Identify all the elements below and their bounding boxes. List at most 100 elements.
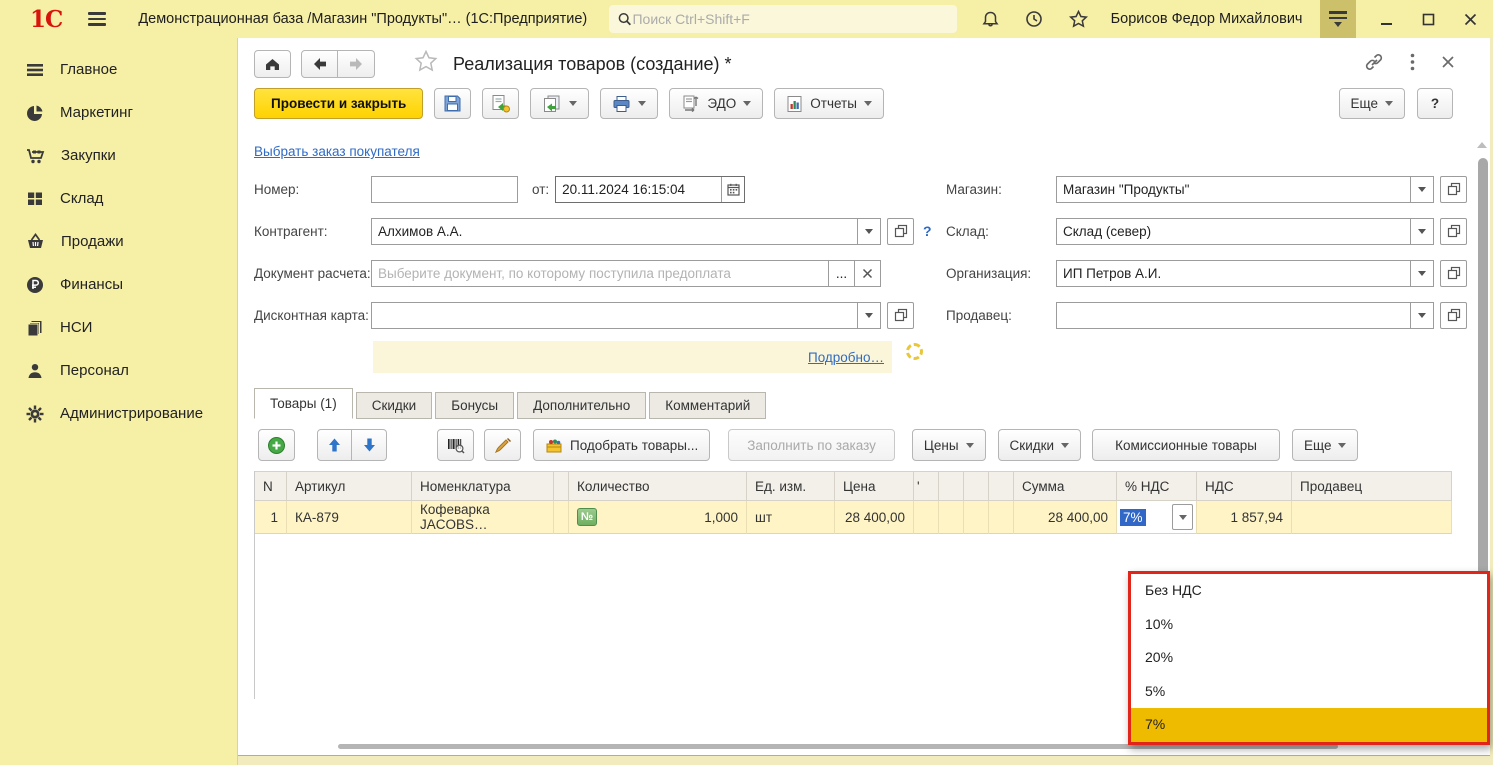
global-search[interactable]: [609, 5, 957, 33]
cell-flag4[interactable]: [964, 501, 989, 534]
calendar-icon[interactable]: [721, 176, 745, 202]
pick-goods-button[interactable]: Подобрать товары...: [533, 429, 711, 461]
chevron-down-icon[interactable]: [857, 302, 880, 328]
cell-n[interactable]: 1: [255, 501, 287, 534]
get-link-icon[interactable]: [1364, 53, 1384, 76]
post-document-button[interactable]: [482, 88, 520, 119]
col-flag4[interactable]: [964, 471, 989, 501]
cell-article[interactable]: КА-879: [287, 501, 412, 534]
cell-nomenclature[interactable]: Кофеварка JACOBS…: [412, 501, 554, 534]
number-field[interactable]: [371, 175, 518, 203]
vat-option-7-selected[interactable]: 7%: [1131, 708, 1487, 742]
move-row-down-button[interactable]: [352, 429, 387, 461]
col-vat-rate[interactable]: % НДС: [1117, 471, 1197, 501]
search-input[interactable]: [632, 11, 949, 27]
tab-tovary[interactable]: Товары (1): [254, 388, 353, 419]
cell-vat-rate-editor[interactable]: 7%: [1117, 501, 1197, 534]
sidebar-item-personal[interactable]: Персонал: [0, 349, 237, 392]
home-button[interactable]: [254, 50, 291, 78]
close-window-button[interactable]: [1457, 4, 1485, 34]
col-quantity[interactable]: Количество: [569, 471, 747, 501]
open-seller-button[interactable]: [1440, 301, 1467, 329]
col-price[interactable]: Цена: [835, 471, 914, 501]
select-customer-order-link[interactable]: Выбрать заказ покупателя: [254, 144, 420, 159]
cell-unit[interactable]: шт: [747, 501, 835, 534]
sidebar-item-administrirovanie[interactable]: Администрирование: [0, 392, 237, 435]
history-clock-icon[interactable]: [1024, 9, 1044, 29]
col-flag1[interactable]: [554, 471, 569, 501]
cell-seller[interactable]: [1292, 501, 1452, 534]
organization-field[interactable]: ИП Петров А.И.: [1056, 259, 1434, 287]
reports-button[interactable]: Отчеты: [774, 88, 884, 119]
forward-button[interactable]: [338, 50, 375, 78]
back-button[interactable]: [301, 50, 338, 78]
cell-sum[interactable]: 28 400,00: [1014, 501, 1117, 534]
vat-dropdown-toggle[interactable]: [1172, 504, 1193, 530]
col-vat[interactable]: НДС: [1197, 471, 1292, 501]
warehouse-field[interactable]: Склад (север): [1056, 217, 1434, 245]
choose-button[interactable]: ...: [828, 260, 854, 286]
help-button[interactable]: ?: [1417, 88, 1453, 119]
close-form-icon[interactable]: [1441, 55, 1455, 74]
sidebar-item-zakupki[interactable]: Закупки: [0, 134, 237, 177]
service-menu-button[interactable]: [1320, 0, 1357, 38]
maximize-button[interactable]: [1415, 4, 1443, 34]
add-row-button[interactable]: [258, 429, 295, 461]
vat-option-20[interactable]: 20%: [1131, 641, 1487, 675]
sidebar-item-glavnoe[interactable]: Главное: [0, 48, 237, 91]
sidebar-item-sklad[interactable]: Склад: [0, 177, 237, 220]
cell-flag5[interactable]: [989, 501, 1014, 534]
sidebar-item-marketing[interactable]: Маркетинг: [0, 91, 237, 134]
contragent-help-link[interactable]: ?: [923, 223, 932, 239]
contragent-field[interactable]: Алхимов А.А.: [371, 217, 881, 245]
favorites-star-icon[interactable]: [1068, 9, 1089, 30]
table-more-button[interactable]: Еще: [1291, 429, 1359, 461]
sidebar-item-finansy[interactable]: Финансы: [0, 263, 237, 306]
date-field[interactable]: 20.11.2024 16:15:04: [555, 175, 746, 203]
chevron-down-icon[interactable]: [1410, 176, 1433, 202]
save-button[interactable]: [434, 88, 472, 119]
add-to-favorites-star-icon[interactable]: [413, 49, 439, 79]
clear-icon[interactable]: [854, 260, 880, 286]
col-article[interactable]: Артикул: [287, 471, 412, 501]
print-button[interactable]: [600, 88, 659, 119]
discount-card-field[interactable]: [371, 301, 881, 329]
barcode-scan-button[interactable]: [437, 429, 474, 461]
details-link[interactable]: Подробно…: [808, 350, 884, 365]
edo-button[interactable]: ЭДО: [669, 88, 764, 119]
serial-number-badge[interactable]: №: [577, 508, 597, 526]
open-organization-button[interactable]: [1440, 259, 1467, 287]
chevron-down-icon[interactable]: [1410, 302, 1433, 328]
cell-flag2[interactable]: [914, 501, 939, 534]
chevron-down-icon[interactable]: [1410, 260, 1433, 286]
cell-quantity[interactable]: № 1,000: [569, 501, 747, 534]
minimize-button[interactable]: [1372, 4, 1400, 34]
settlement-doc-field[interactable]: Выберите документ, по которому поступила…: [371, 259, 881, 287]
open-discount-card-button[interactable]: [887, 301, 914, 329]
move-row-up-button[interactable]: [317, 429, 352, 461]
discounts-button[interactable]: Скидки: [997, 429, 1082, 461]
more-button[interactable]: Еще: [1338, 88, 1405, 119]
scroll-up-arrow-icon[interactable]: [1477, 142, 1487, 148]
notifications-bell-icon[interactable]: [981, 10, 1000, 29]
cell-flag1[interactable]: [554, 501, 569, 534]
col-flag3[interactable]: [939, 471, 964, 501]
sidebar-item-prodazhi[interactable]: Продажи: [0, 220, 237, 263]
vat-option-5[interactable]: 5%: [1131, 675, 1487, 709]
open-store-button[interactable]: [1440, 175, 1467, 203]
store-field[interactable]: Магазин "Продукты": [1056, 175, 1434, 203]
tab-bonusy[interactable]: Бонусы: [435, 392, 515, 419]
chevron-down-icon[interactable]: [857, 218, 880, 244]
col-n[interactable]: N: [255, 471, 287, 501]
tab-kommentariy[interactable]: Комментарий: [649, 392, 767, 419]
open-warehouse-button[interactable]: [1440, 217, 1467, 245]
col-nomenclature[interactable]: Номенклатура: [412, 471, 554, 501]
cell-flag3[interactable]: [939, 501, 964, 534]
col-flag5[interactable]: [989, 471, 1014, 501]
col-unit[interactable]: Ед. изм.: [747, 471, 835, 501]
sidebar-item-nsi[interactable]: НСИ: [0, 306, 237, 349]
col-sum[interactable]: Сумма: [1014, 471, 1117, 501]
cell-price[interactable]: 28 400,00: [835, 501, 914, 534]
chevron-down-icon[interactable]: [1410, 218, 1433, 244]
price-tag-button[interactable]: [484, 429, 521, 461]
